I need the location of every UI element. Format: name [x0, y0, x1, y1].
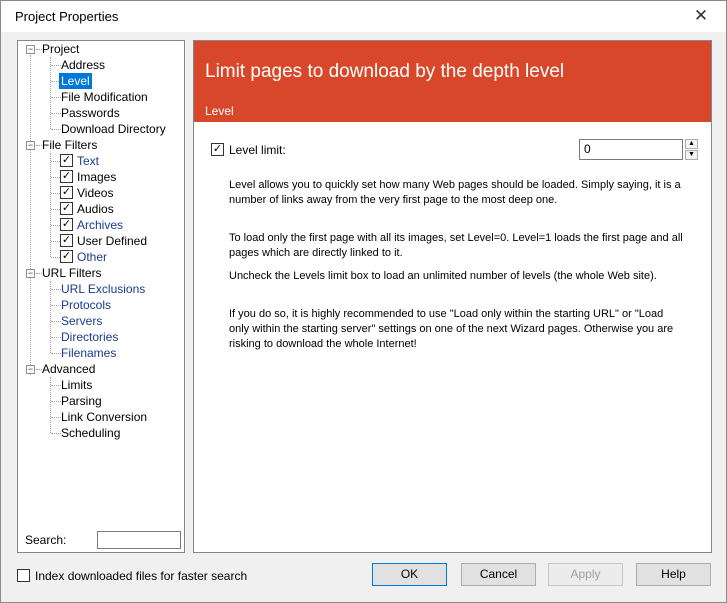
project-properties-window: Project Properties ✕ − Project Address L… [0, 0, 727, 603]
user-defined-filter-checkbox[interactable]: ✓ [60, 234, 73, 247]
tree-node-images[interactable]: Images [77, 169, 116, 185]
index-files-label[interactable]: Index downloaded files for faster search [35, 569, 247, 583]
ok-button[interactable]: OK [372, 563, 447, 586]
apply-button[interactable]: Apply [548, 563, 623, 586]
tree-node-parsing[interactable]: Parsing [61, 393, 102, 409]
tree-node-limits[interactable]: Limits [61, 377, 92, 393]
tree-node-link-conversion[interactable]: Link Conversion [61, 409, 147, 425]
spin-up-icon[interactable]: ▲ [685, 139, 698, 149]
spin-down-icon[interactable]: ▼ [685, 150, 698, 160]
tree-node-project[interactable]: Project [42, 41, 79, 57]
tree-node-scheduling[interactable]: Scheduling [61, 425, 120, 441]
audios-filter-checkbox[interactable]: ✓ [60, 202, 73, 215]
tree-node-filenames[interactable]: Filenames [61, 345, 116, 361]
description-paragraph: To load only the first page with all its… [229, 232, 683, 259]
tree-node-url-exclusions[interactable]: URL Exclusions [61, 281, 145, 297]
collapse-url-filters-icon[interactable]: − [26, 269, 35, 278]
level-limit-label[interactable]: Level limit: [229, 143, 286, 157]
collapse-project-icon[interactable]: − [26, 45, 35, 54]
tree-node-user-defined[interactable]: User Defined [77, 233, 147, 249]
title-bar: Project Properties ✕ [1, 1, 726, 32]
tree-node-url-filters[interactable]: URL Filters [42, 265, 102, 281]
images-filter-checkbox[interactable]: ✓ [60, 170, 73, 183]
level-value-input[interactable]: 0 [579, 139, 683, 160]
index-files-checkbox[interactable] [17, 569, 30, 582]
tree-node-file-filters[interactable]: File Filters [42, 137, 97, 153]
content-panel: Limit pages to download by the depth lev… [193, 40, 712, 553]
videos-filter-checkbox[interactable]: ✓ [60, 186, 73, 199]
tree-node-passwords[interactable]: Passwords [61, 105, 120, 121]
text-filter-checkbox[interactable]: ✓ [60, 154, 73, 167]
tree-node-file-modification[interactable]: File Modification [61, 89, 148, 105]
tree-node-videos[interactable]: Videos [77, 185, 113, 201]
tree-node-archives[interactable]: Archives [77, 217, 123, 233]
cancel-button[interactable]: Cancel [461, 563, 536, 586]
tree-node-text[interactable]: Text [77, 153, 99, 169]
tree-node-servers[interactable]: Servers [61, 313, 102, 329]
window-title: Project Properties [15, 9, 119, 24]
tree-node-other[interactable]: Other [77, 249, 107, 265]
other-filter-checkbox[interactable]: ✓ [60, 250, 73, 263]
description-paragraph: Level allows you to quickly set how many… [229, 179, 681, 206]
tree-node-download-directory[interactable]: Download Directory [61, 121, 166, 137]
search-label: Search: [25, 533, 67, 547]
tree-node-level[interactable]: Level [59, 73, 92, 89]
page-title: Limit pages to download by the depth lev… [205, 61, 565, 82]
archives-filter-checkbox[interactable]: ✓ [60, 218, 73, 231]
section-title: Level [205, 104, 234, 118]
level-spinner: ▲ ▼ [685, 139, 698, 160]
tree-node-protocols[interactable]: Protocols [61, 297, 111, 313]
help-button[interactable]: Help [636, 563, 711, 586]
tree-node-address[interactable]: Address [61, 57, 105, 73]
description-paragraph: Uncheck the Levels limit box to load an … [229, 270, 657, 282]
page-header: Limit pages to download by the depth lev… [194, 41, 711, 122]
search-input[interactable] [97, 531, 181, 549]
tree-node-advanced[interactable]: Advanced [42, 361, 95, 377]
tree-node-audios[interactable]: Audios [77, 201, 114, 217]
tree-node-directories[interactable]: Directories [61, 329, 118, 345]
collapse-advanced-icon[interactable]: − [26, 365, 35, 374]
collapse-file-filters-icon[interactable]: − [26, 141, 35, 150]
description-paragraph: If you do so, it is highly recommended t… [229, 308, 674, 350]
category-tree: − Project Address Level File Modificatio… [18, 41, 184, 511]
close-icon[interactable]: ✕ [690, 7, 712, 25]
level-limit-checkbox[interactable]: ✓ [211, 143, 224, 156]
category-tree-panel: − Project Address Level File Modificatio… [17, 40, 185, 553]
